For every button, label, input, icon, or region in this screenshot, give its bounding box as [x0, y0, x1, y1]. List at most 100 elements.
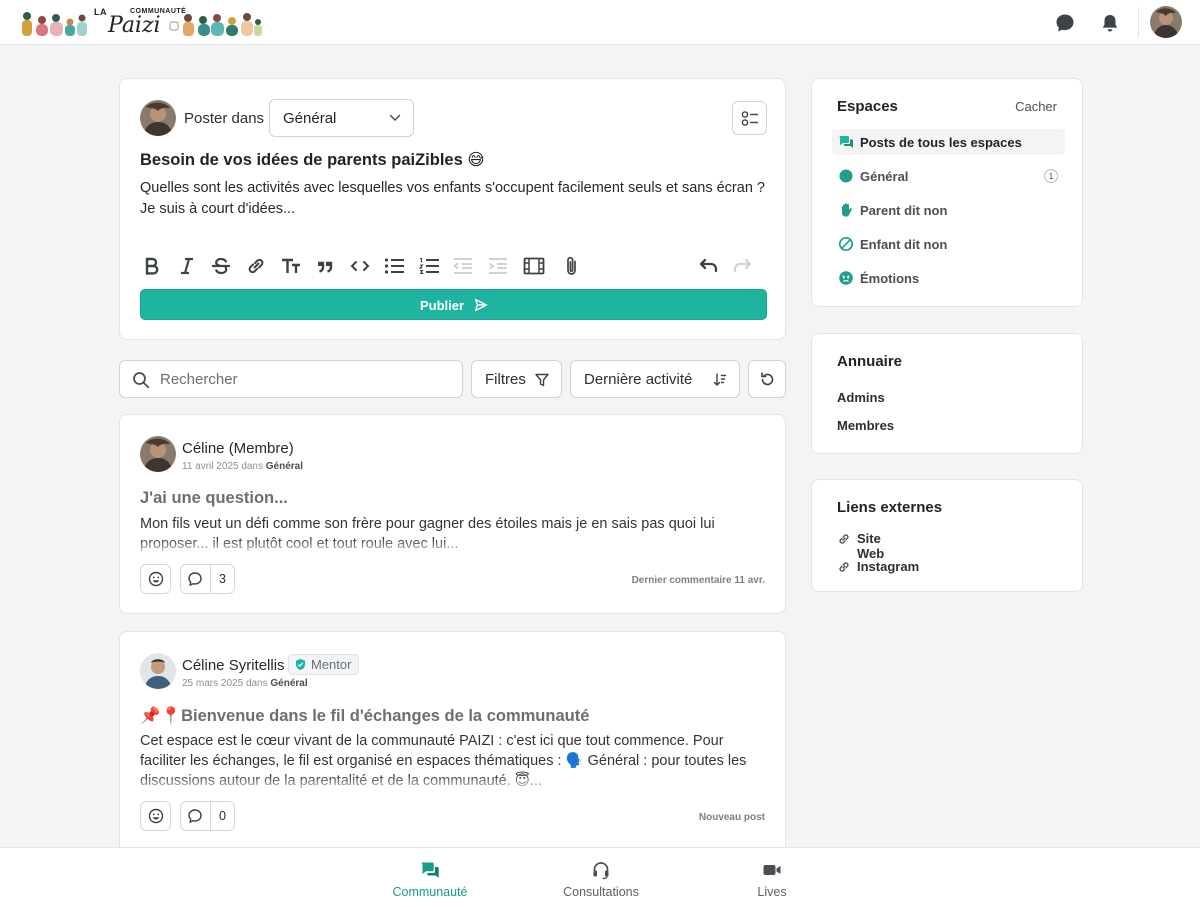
composer-avatar: [140, 100, 176, 136]
post-space[interactable]: Général: [266, 461, 303, 472]
new-post-note: Nouveau post: [698, 812, 765, 823]
search-placeholder: Rechercher: [160, 371, 238, 388]
post-card[interactable]: Céline (Membre) 11 avril 2025 dans Génér…: [119, 414, 786, 614]
external-links-title: Liens externes: [837, 499, 943, 516]
spaces-title: Espaces: [837, 98, 898, 115]
space-item-enfant-dit-non[interactable]: Enfant dit non: [832, 231, 1065, 257]
search-input[interactable]: Rechercher: [119, 360, 463, 398]
hand-stop-icon: [838, 202, 854, 218]
code-icon[interactable]: [348, 255, 372, 277]
space-item-all-posts[interactable]: Posts de tous les espaces: [832, 129, 1065, 155]
space-label: Émotions: [860, 271, 920, 286]
post-excerpt: Cet espace est le cœur vivant de la comm…: [140, 731, 760, 791]
post-author-avatar[interactable]: [140, 653, 176, 689]
nav-label: Lives: [757, 885, 787, 899]
video-camera-icon: [762, 860, 782, 880]
poll-button[interactable]: [732, 101, 767, 135]
comment-divider: [210, 802, 211, 830]
post-author-avatar[interactable]: [140, 436, 176, 472]
nav-tab-consultations[interactable]: Consultations: [531, 848, 671, 907]
post-meta: 11 avril 2025 dans Général: [182, 461, 303, 472]
logo-paizi-text: Paizi: [108, 13, 161, 38]
hide-spaces-button[interactable]: Cacher: [1015, 99, 1057, 114]
post-in-label: Poster dans: [184, 110, 265, 127]
link-icon[interactable]: [244, 255, 268, 277]
post-author[interactable]: Céline Syritellis: [182, 657, 285, 674]
spaces-panel: Espaces Cacher Posts de tous les espaces…: [811, 78, 1083, 307]
bell-icon[interactable]: [1099, 12, 1121, 34]
composer-title[interactable]: Besoin de vos idées de parents paiZibles…: [140, 150, 485, 170]
unread-badge: 1: [1044, 169, 1058, 183]
chat-bubbles-icon: [420, 860, 440, 880]
reaction-button[interactable]: [140, 801, 171, 831]
sort-label: Dernière activité: [584, 371, 693, 388]
quote-icon[interactable]: [313, 255, 337, 277]
strikethrough-icon[interactable]: [209, 255, 233, 277]
text-size-icon[interactable]: [279, 255, 303, 277]
video-icon[interactable]: [522, 255, 546, 277]
outdent-icon: [451, 255, 475, 277]
post-card[interactable]: Céline Syritellis Mentor 25 mars 2025 da…: [119, 631, 786, 861]
nav-tab-lives[interactable]: Lives: [702, 848, 842, 907]
post-author[interactable]: Céline (Membre): [182, 440, 294, 457]
post-in-word: dans: [241, 461, 263, 472]
link-icon: [837, 560, 851, 574]
search-icon: [132, 371, 150, 389]
chat-bubbles-icon: [838, 134, 854, 150]
smiley-icon: [148, 571, 164, 587]
space-item-general[interactable]: Général 1: [832, 163, 1065, 189]
mentor-badge-label: Mentor: [311, 657, 352, 672]
attachment-icon[interactable]: [560, 255, 584, 277]
top-header: LA COMMUNAUTÉ Paizi: [0, 0, 1200, 45]
directory-members-link[interactable]: Membres: [837, 418, 894, 433]
angry-face-icon: [838, 270, 854, 286]
refresh-button[interactable]: [748, 360, 786, 398]
refresh-icon: [759, 371, 776, 388]
numbered-list-icon[interactable]: [417, 255, 441, 277]
post-title[interactable]: J'ai une question...: [140, 489, 288, 508]
link-icon: [837, 532, 851, 546]
sort-descending-icon: [712, 372, 728, 388]
post-space[interactable]: Général: [270, 678, 307, 689]
paizi-logo[interactable]: LA COMMUNAUTÉ Paizi: [18, 4, 263, 42]
undo-icon[interactable]: [696, 255, 720, 277]
bold-icon[interactable]: [140, 255, 164, 277]
comment-button[interactable]: 3: [180, 564, 235, 594]
sort-button[interactable]: Dernière activité: [570, 360, 740, 398]
filter-funnel-icon: [534, 372, 550, 388]
comment-button[interactable]: 0: [180, 801, 235, 831]
directory-admins-link[interactable]: Admins: [837, 390, 885, 405]
post-meta: 25 mars 2025 dans Général: [182, 678, 308, 689]
comment-divider: [210, 565, 211, 593]
headset-icon: [591, 860, 611, 880]
space-item-parent-dit-non[interactable]: Parent dit non: [832, 197, 1065, 223]
post-in-word: dans: [245, 678, 268, 689]
post-title[interactable]: 📌📍Bienvenue dans le fil d'échanges de la…: [140, 707, 589, 726]
reaction-button[interactable]: [140, 564, 171, 594]
bullet-list-icon[interactable]: [382, 255, 406, 277]
publish-button[interactable]: Publier: [140, 289, 767, 320]
send-icon: [473, 297, 489, 313]
composer-body[interactable]: Quelles sont les activités avec lesquell…: [140, 178, 765, 220]
user-avatar[interactable]: [1150, 6, 1182, 38]
chevron-down-icon: [389, 113, 401, 123]
external-link-label: Site Web: [857, 531, 885, 561]
verified-shield-icon: [294, 658, 307, 671]
comment-count: 0: [219, 809, 226, 823]
italic-icon[interactable]: [175, 255, 199, 277]
publish-label: Publier: [420, 298, 465, 313]
filters-label: Filtres: [485, 371, 526, 388]
comment-bubble-icon: [187, 808, 203, 824]
forbidden-icon: [838, 236, 854, 252]
directory-panel: Annuaire Admins Membres: [811, 333, 1083, 454]
teal-dot-icon: [838, 168, 854, 184]
nav-tab-communaute[interactable]: Communauté: [360, 848, 500, 907]
comment-count: 3: [219, 572, 226, 586]
logo-la-text: LA: [94, 7, 107, 17]
space-select[interactable]: Général: [269, 99, 414, 137]
post-date: 11 avril 2025: [182, 461, 239, 472]
filters-button[interactable]: Filtres: [471, 360, 562, 398]
chat-bubble-icon[interactable]: [1054, 12, 1076, 34]
space-item-emotions[interactable]: Émotions: [832, 265, 1065, 291]
last-comment-note: Dernier commentaire 11 avr.: [631, 575, 765, 586]
